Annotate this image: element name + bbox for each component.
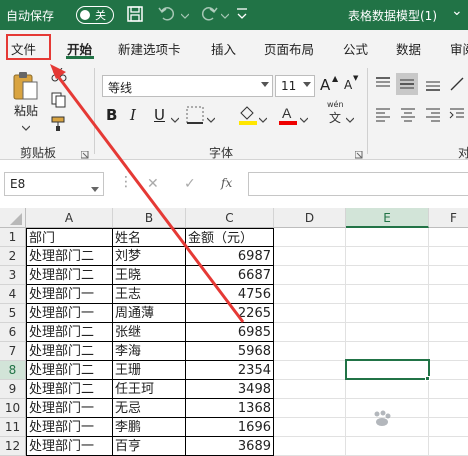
annotation-arrow-icon <box>50 64 245 323</box>
watermark-logo <box>372 410 392 426</box>
